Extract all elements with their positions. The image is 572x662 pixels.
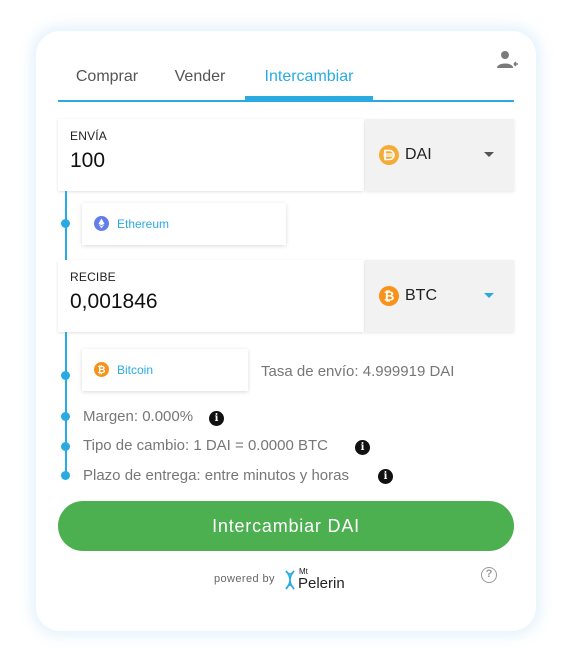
svg-text:₿: ₿ [97, 364, 105, 376]
info-icon[interactable]: i [209, 411, 224, 426]
receive-amount-field[interactable]: RECIBE [58, 260, 364, 332]
receive-label: RECIBE [70, 270, 116, 284]
send-currency-select[interactable]: DAI [365, 119, 514, 191]
receive-currency-name: BTC [405, 287, 437, 304]
send-currency-name: DAI [405, 146, 432, 163]
flow-dot [61, 471, 70, 480]
flow-dot [61, 442, 70, 451]
powered-by-text: powered by [214, 573, 275, 585]
flow-dot [61, 219, 70, 228]
brand-name: Pelerin [298, 575, 345, 592]
send-amount-field[interactable]: ENVÍA [58, 119, 364, 191]
receive-currency-select[interactable]: ₿ BTC [365, 260, 514, 332]
active-tab-indicator [245, 96, 373, 100]
ethereum-icon [94, 216, 109, 231]
receive-network-label: Bitcoin [117, 363, 154, 377]
tab-comprar[interactable]: Comprar [58, 60, 156, 100]
send-fee-text: Tasa de envío: 4.999919 DAI [261, 363, 455, 380]
flow-line [65, 332, 67, 478]
tab-vender[interactable]: Vender [156, 60, 244, 100]
svg-text:₿: ₿ [384, 290, 395, 305]
tab-bar: Comprar Vender Intercambiar [58, 60, 514, 102]
receive-network-chip[interactable]: ₿ Bitcoin [82, 349, 248, 391]
receive-amount-input[interactable] [70, 290, 350, 314]
info-icon[interactable]: i [355, 440, 370, 455]
margin-text: Margen: 0.000% [83, 408, 194, 425]
send-network-label: Ethereum [117, 217, 170, 231]
bitcoin-coin-icon: ₿ [379, 286, 399, 306]
mt-pelerin-logo-icon [283, 569, 297, 591]
flow-dot [61, 412, 70, 421]
tab-intercambiar[interactable]: Intercambiar [245, 60, 373, 100]
info-icon[interactable]: i [378, 469, 393, 484]
send-amount-input[interactable] [70, 149, 350, 173]
chevron-down-icon [484, 152, 494, 157]
help-icon[interactable]: ? [481, 567, 497, 583]
swap-button[interactable]: Intercambiar DAI [58, 501, 514, 551]
send-network-chip[interactable]: Ethereum [82, 203, 286, 245]
bitcoin-icon: ₿ [94, 362, 109, 377]
delivery-time-text: Plazo de entrega: entre minutos y horas [83, 467, 349, 484]
flow-dot [61, 371, 70, 380]
chevron-down-icon [484, 293, 494, 298]
dai-coin-icon [379, 145, 399, 165]
exchange-rate-text: Tipo de cambio: 1 DAI = 0.0000 BTC [83, 437, 328, 454]
send-label: ENVÍA [70, 129, 108, 143]
